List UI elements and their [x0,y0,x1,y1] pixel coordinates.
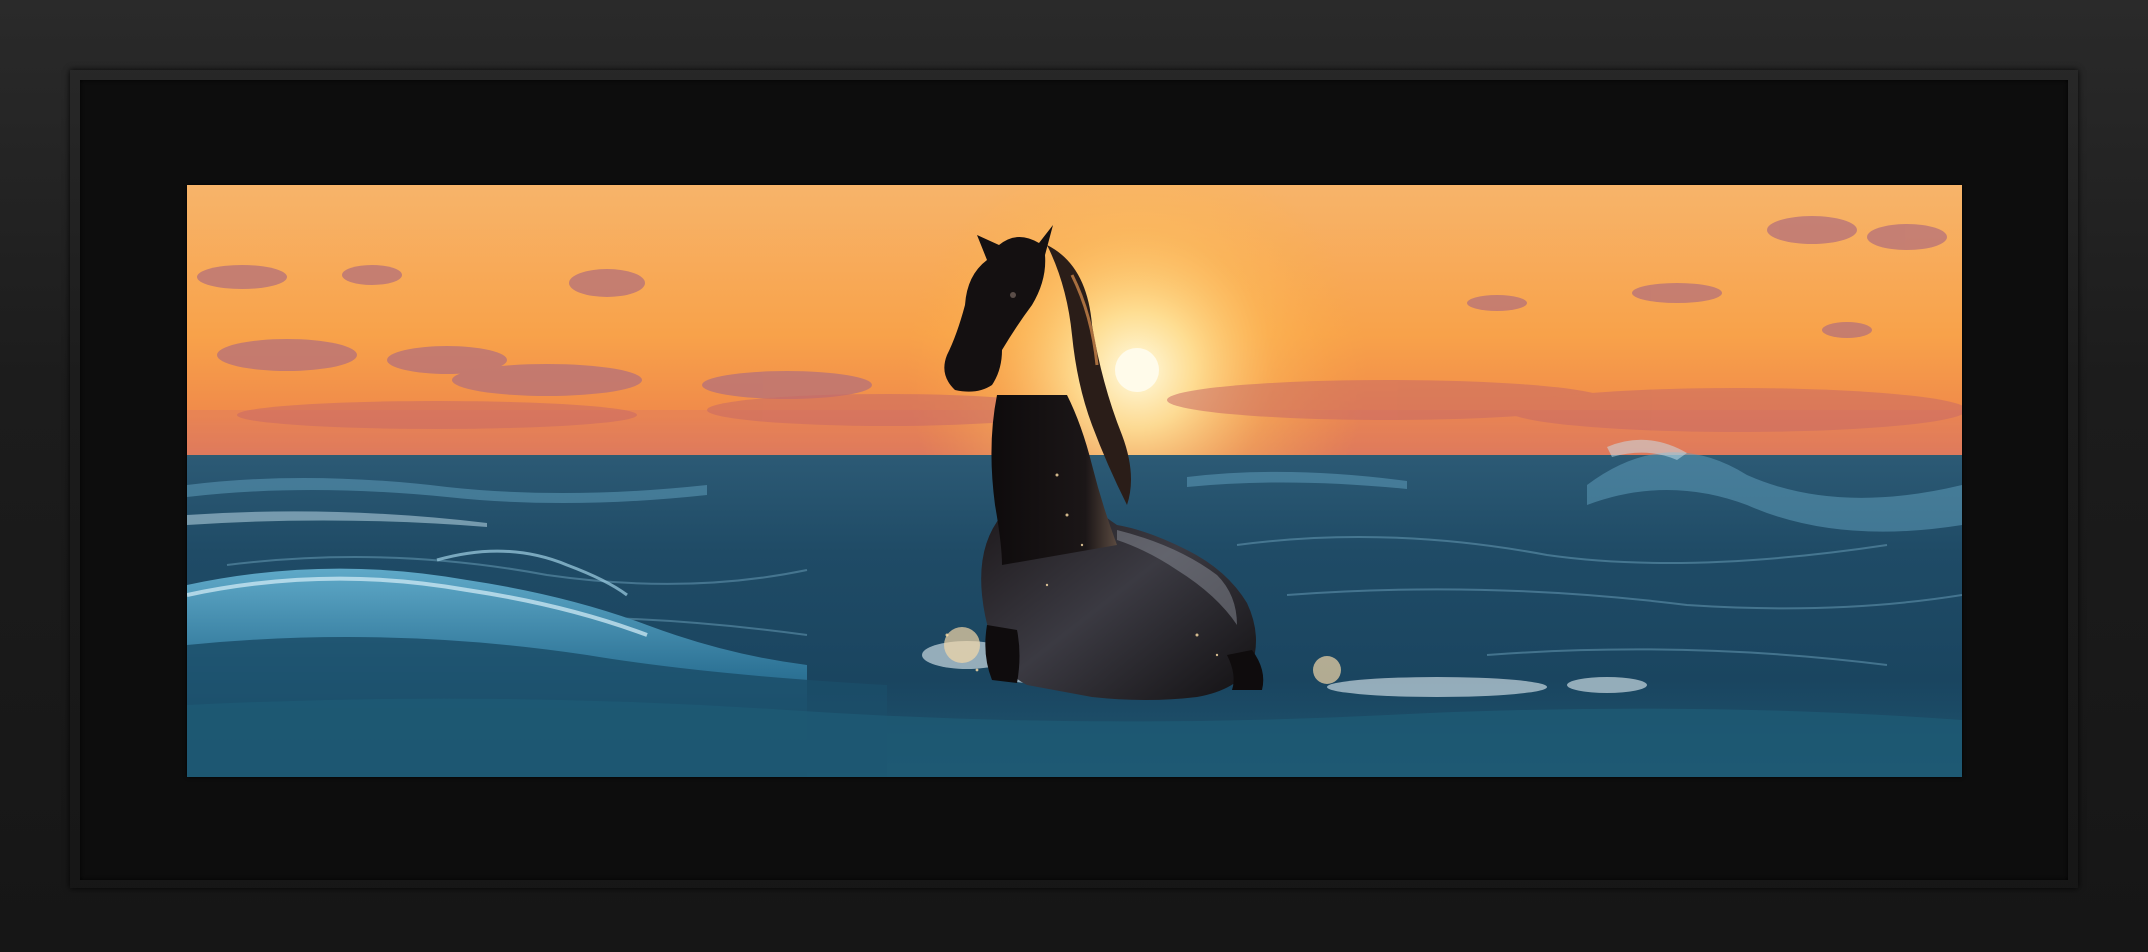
sun [1115,348,1159,392]
photo-artwork [187,185,1962,777]
framed-photograph [187,185,1962,777]
picture-frame [0,0,2148,952]
